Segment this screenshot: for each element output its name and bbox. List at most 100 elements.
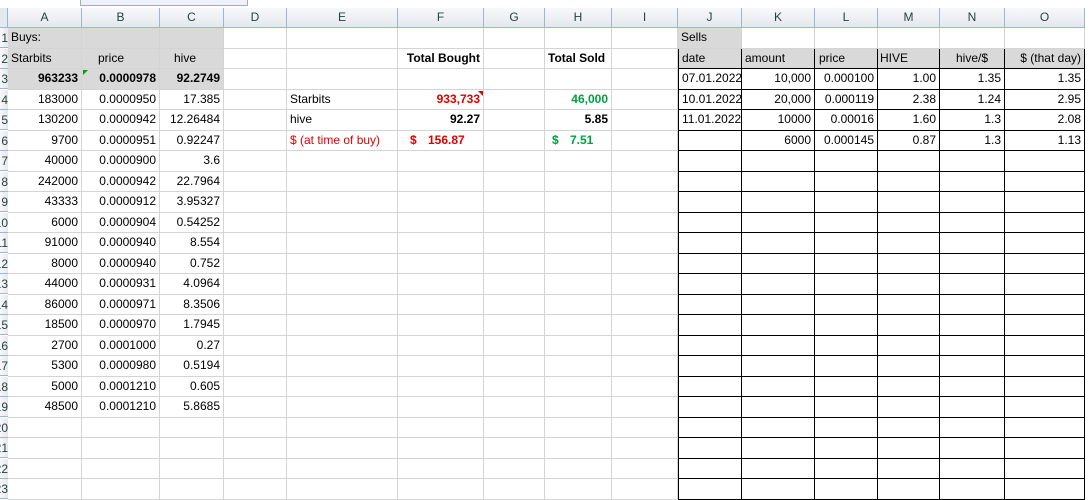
cell[interactable] (545, 397, 612, 418)
cell[interactable] (742, 438, 815, 459)
cell[interactable] (545, 377, 612, 397)
row-header-18[interactable]: 18 (0, 377, 8, 397)
cell[interactable] (742, 397, 815, 418)
cell[interactable] (815, 28, 878, 49)
column-header-i[interactable]: I (612, 8, 678, 28)
cell[interactable] (287, 254, 398, 274)
cell[interactable] (815, 213, 878, 233)
cell[interactable] (224, 356, 287, 377)
cell[interactable] (678, 418, 742, 438)
cell[interactable] (287, 418, 398, 438)
cell[interactable] (940, 336, 1005, 356)
cell[interactable] (484, 69, 545, 90)
sells-cell[interactable]: 0.000100 (815, 69, 878, 90)
column-header-f[interactable]: F (398, 8, 484, 28)
cell[interactable] (1005, 377, 1085, 397)
cell[interactable] (612, 356, 678, 377)
cell[interactable] (815, 479, 878, 500)
buys-cell[interactable]: 5300 (8, 356, 82, 377)
cell[interactable] (287, 151, 398, 172)
cell[interactable] (1005, 418, 1085, 438)
buys-cell[interactable]: 1.7945 (160, 315, 224, 336)
row-header-1[interactable]: 1 (0, 28, 8, 48)
buys-cell[interactable]: 0.0000900 (82, 151, 160, 172)
cell[interactable] (484, 315, 545, 336)
cell[interactable] (742, 377, 815, 397)
cell[interactable] (8, 438, 82, 459)
cell[interactable] (1005, 438, 1085, 459)
cell[interactable] (224, 213, 287, 233)
cell[interactable] (678, 438, 742, 459)
column-header-e[interactable]: E (287, 8, 398, 28)
cell[interactable] (678, 295, 742, 315)
sells-header[interactable]: $ (that day) (1005, 49, 1085, 69)
cell[interactable] (484, 479, 545, 500)
cell[interactable] (287, 192, 398, 213)
cell[interactable] (940, 172, 1005, 192)
cell[interactable] (398, 28, 484, 49)
cell[interactable] (940, 192, 1005, 213)
row-header-16[interactable]: 16 (0, 336, 8, 356)
cell[interactable] (878, 172, 940, 192)
cell[interactable] (398, 295, 484, 315)
sells-cell[interactable]: 1.24 (940, 90, 1005, 110)
row-header-6[interactable]: 6 (0, 131, 8, 151)
sells-cell[interactable]: 6000 (742, 131, 815, 151)
buys-cell[interactable]: 0.0000940 (82, 254, 160, 274)
cell[interactable] (940, 418, 1005, 438)
cell[interactable] (287, 233, 398, 254)
cell[interactable] (224, 377, 287, 397)
sells-cell[interactable]: 10.01.2022 (678, 90, 742, 110)
cell[interactable] (742, 192, 815, 213)
cell[interactable] (484, 49, 545, 69)
cell[interactable] (1005, 397, 1085, 418)
cell[interactable] (1005, 233, 1085, 254)
cell[interactable] (224, 90, 287, 110)
buys-cell[interactable]: 3.6 (160, 151, 224, 172)
sells-cell[interactable]: 1.3 (940, 110, 1005, 131)
buys-cell[interactable]: 12.26484 (160, 110, 224, 131)
cell[interactable] (940, 356, 1005, 377)
cell[interactable] (940, 438, 1005, 459)
cell[interactable] (398, 315, 484, 336)
cell[interactable] (398, 233, 484, 254)
total-sold-hive[interactable]: 5.85 (545, 110, 612, 131)
row-header-20[interactable]: 20 (0, 418, 8, 438)
buys-cell[interactable]: 5000 (8, 377, 82, 397)
cell[interactable] (160, 418, 224, 438)
cell[interactable] (1005, 254, 1085, 274)
cell[interactable] (878, 192, 940, 213)
summary-label-starbits[interactable]: Starbits (287, 90, 398, 110)
sells-cell[interactable]: 0.000119 (815, 90, 878, 110)
cell[interactable] (545, 172, 612, 192)
cell[interactable] (878, 151, 940, 172)
sells-cell[interactable]: 1.35 (940, 69, 1005, 90)
row-header-7[interactable]: 7 (0, 151, 8, 171)
cell[interactable] (742, 459, 815, 479)
cell[interactable] (612, 213, 678, 233)
cell[interactable] (484, 356, 545, 377)
sells-header[interactable]: hive/$ (940, 49, 1005, 69)
cell[interactable] (287, 69, 398, 90)
cell[interactable] (815, 274, 878, 295)
buys-cell[interactable]: 22.7964 (160, 172, 224, 192)
cell[interactable] (484, 295, 545, 315)
cell[interactable] (742, 254, 815, 274)
cell[interactable] (160, 459, 224, 479)
cell[interactable] (398, 459, 484, 479)
cell[interactable] (82, 459, 160, 479)
row-header-10[interactable]: 10 (0, 213, 8, 233)
buys-cell[interactable]: 0.752 (160, 254, 224, 274)
cell[interactable] (398, 479, 484, 500)
cell[interactable] (398, 274, 484, 295)
cell[interactable] (398, 151, 484, 172)
cell[interactable] (678, 479, 742, 500)
cell[interactable] (815, 172, 878, 192)
sells-cell[interactable]: 2.95 (1005, 90, 1085, 110)
cell[interactable] (742, 315, 815, 336)
cell[interactable] (612, 459, 678, 479)
column-header-a[interactable]: A (8, 8, 82, 28)
cell[interactable] (815, 315, 878, 336)
cell[interactable] (815, 151, 878, 172)
sells-cell[interactable]: 1.00 (878, 69, 940, 90)
